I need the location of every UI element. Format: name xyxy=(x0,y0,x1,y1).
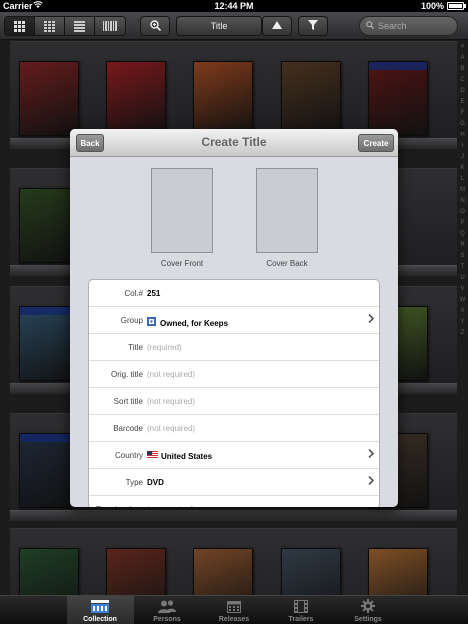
zoom-icon xyxy=(149,19,161,33)
field-label: Type xyxy=(125,478,143,487)
create-title-dialog: Back Create Title Create Cover Front Cov… xyxy=(70,129,398,507)
collection-icon xyxy=(91,600,109,616)
field-label: Group xyxy=(120,316,143,325)
title-form: Col.# 251 Group Owned, for Keeps Title (requi… xyxy=(88,279,380,507)
cover-back-label: Cover Back xyxy=(266,259,308,268)
form-row-type[interactable]: Type DVD xyxy=(89,469,379,496)
tab-releases-label: Releases xyxy=(218,616,250,623)
field-value-text: (not required) xyxy=(147,505,195,507)
field-value[interactable]: 251 xyxy=(147,289,160,298)
top-toolbar: Title Search xyxy=(0,12,468,40)
trailers-icon xyxy=(294,600,308,616)
battery-percent: 100% xyxy=(420,1,444,11)
view-mode-segmented-control xyxy=(4,16,126,36)
cover-back-placeholder[interactable] xyxy=(256,168,318,253)
field-value-text: Owned, for Keeps xyxy=(160,319,229,328)
field-label: Running time xyxy=(89,505,143,507)
tab-bar: Collection Persons Releases Trailers Set… xyxy=(0,595,468,624)
status-bar: Carrier 12:44 PM 100% xyxy=(0,0,468,12)
field-label: Country xyxy=(114,451,143,460)
field-input[interactable]: (not required) xyxy=(147,397,195,406)
triangle-up-icon xyxy=(272,21,282,31)
filter-button[interactable] xyxy=(298,16,328,36)
tab-settings[interactable]: Settings xyxy=(335,596,402,624)
tab-releases[interactable]: Releases xyxy=(201,596,268,624)
form-row-running-time[interactable]: Running time (not required) xyxy=(89,496,379,507)
dialog-title: Create Title xyxy=(201,135,267,149)
tab-trailers-label: Trailers xyxy=(288,616,314,623)
chevron-right-icon xyxy=(368,313,375,326)
field-input[interactable]: (not required) xyxy=(147,424,195,433)
form-row-country[interactable]: Country United States xyxy=(89,442,379,469)
field-value[interactable]: United States xyxy=(147,451,212,461)
field-value-text: 251 xyxy=(147,289,161,298)
form-row-orig-title[interactable]: Orig. title (not required) xyxy=(89,361,379,388)
tab-persons-label: Persons xyxy=(153,616,181,623)
sort-direction-button[interactable] xyxy=(262,16,292,36)
tab-trailers[interactable]: Trailers xyxy=(268,596,335,624)
tab-collection[interactable]: Collection xyxy=(66,596,134,624)
field-input[interactable]: (not required) xyxy=(147,370,195,379)
cover-front-placeholder[interactable] xyxy=(151,168,213,253)
barcode-icon[interactable] xyxy=(95,17,125,35)
zoom-button[interactable] xyxy=(140,16,170,36)
clock: 12:44 PM xyxy=(214,1,254,11)
filter-icon xyxy=(308,20,318,32)
search-input[interactable]: Search xyxy=(359,16,458,36)
sort-field-label: Title xyxy=(210,21,228,31)
grid-small-icon[interactable] xyxy=(35,17,65,35)
tab-settings-label: Settings xyxy=(354,616,382,623)
search-icon xyxy=(366,21,375,31)
cover-front-label: Cover Front xyxy=(160,259,204,268)
tab-collection-label: Collection xyxy=(83,616,117,623)
form-row-barcode[interactable]: Barcode (not required) xyxy=(89,415,379,442)
field-value[interactable]: DVD xyxy=(147,478,164,487)
persons-icon xyxy=(158,600,176,616)
field-value-text: (required) xyxy=(147,343,182,352)
chevron-right-icon xyxy=(368,448,375,461)
chevron-right-icon xyxy=(368,475,375,488)
dialog-header: Back Create Title Create xyxy=(70,129,398,157)
field-input[interactable]: (not required) xyxy=(147,505,195,507)
grid-large-icon[interactable] xyxy=(5,17,35,35)
list-icon[interactable] xyxy=(65,17,95,35)
us-flag-icon xyxy=(147,451,158,461)
field-value-text: DVD xyxy=(147,478,164,487)
battery-icon xyxy=(447,2,464,10)
sort-field-button[interactable]: Title xyxy=(176,16,262,36)
field-label: Barcode xyxy=(113,424,143,433)
field-value-text: (not required) xyxy=(147,424,196,433)
group-icon xyxy=(147,316,157,328)
field-label: Col.# xyxy=(124,289,143,298)
settings-icon xyxy=(361,599,375,616)
create-button[interactable]: Create xyxy=(358,134,394,152)
tab-persons[interactable]: Persons xyxy=(134,596,201,624)
field-label: Title xyxy=(128,343,143,352)
field-value-text: (not required) xyxy=(147,397,196,406)
field-label: Orig. title xyxy=(110,370,143,379)
form-row-title[interactable]: Title (required) xyxy=(89,334,379,361)
form-row-group[interactable]: Group Owned, for Keeps xyxy=(89,307,379,334)
search-placeholder: Search xyxy=(378,21,407,31)
field-value[interactable]: Owned, for Keeps xyxy=(147,316,228,328)
field-value-text: United States xyxy=(161,452,213,461)
form-row-col[interactable]: Col.# 251 xyxy=(89,280,379,307)
field-label: Sort title xyxy=(113,397,143,406)
field-value-text: (not required) xyxy=(147,370,196,379)
form-row-sort-title[interactable]: Sort title (not required) xyxy=(89,388,379,415)
field-input[interactable]: (required) xyxy=(147,343,182,352)
releases-icon xyxy=(227,600,241,616)
